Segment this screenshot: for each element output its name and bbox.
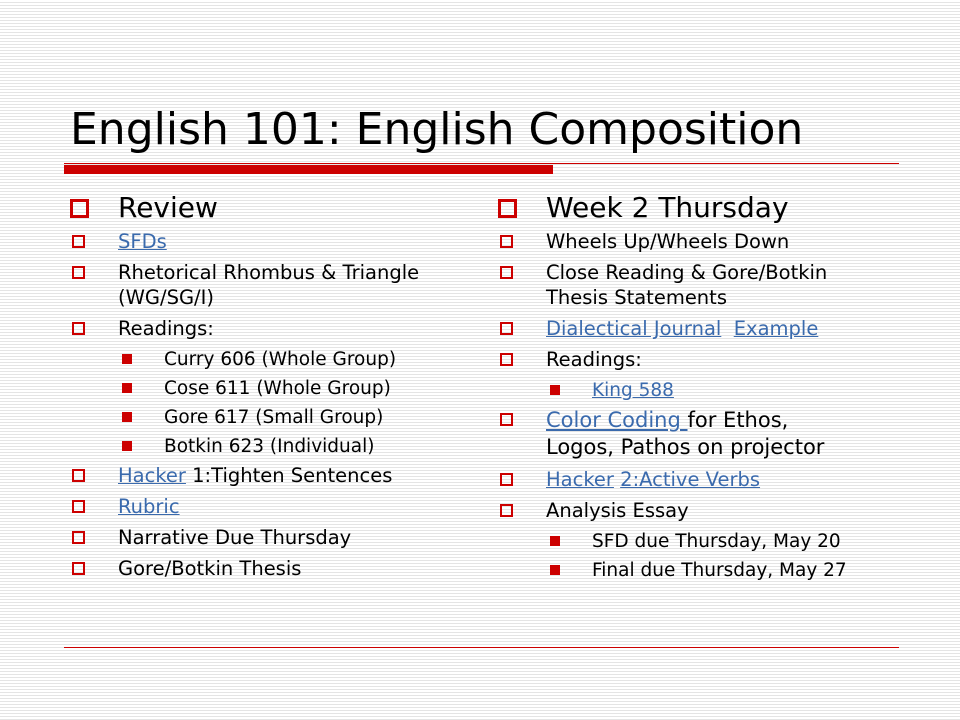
- narrative-item: Narrative Due Thursday: [70, 525, 450, 550]
- filled-square-bullet-icon: [122, 383, 132, 393]
- wheels-text: Wheels Up/Wheels Down: [546, 230, 790, 253]
- title-underline-thick: [64, 165, 553, 174]
- hollow-square-bullet-icon: [72, 322, 85, 335]
- hollow-square-bullet-icon: [500, 473, 513, 486]
- journal-item: Dialectical Journal Example: [498, 316, 878, 341]
- reading-subitem: Gore 617 (Small Group): [70, 405, 450, 430]
- hollow-square-bullet-icon: [500, 266, 513, 279]
- sfds-item: SFDs: [70, 229, 450, 254]
- reading-text: Curry 606 (Whole Group): [164, 349, 397, 370]
- reading-subitem: Curry 606 (Whole Group): [70, 347, 450, 372]
- final-due-subitem: Final due Thursday, May 27: [498, 558, 878, 583]
- reading-subitem: Botkin 623 (Individual): [70, 434, 450, 459]
- right-readings-item: Readings:: [498, 347, 878, 372]
- narrative-text: Narrative Due Thursday: [118, 526, 352, 549]
- close-reading-line-2: Thesis Statements: [546, 286, 727, 309]
- reading-subitem: Cose 611 (Whole Group): [70, 376, 450, 401]
- dialectical-journal-link[interactable]: Dialectical Journal: [546, 317, 721, 340]
- sfd-due-subitem: SFD due Thursday, May 20: [498, 529, 878, 554]
- hacker-text: 1:Tighten Sentences: [185, 464, 393, 487]
- title-underline-thin: [64, 163, 899, 164]
- hollow-square-bullet-icon: [500, 353, 513, 366]
- final-due-text: Final due Thursday, May 27: [592, 560, 847, 581]
- analysis-text: Analysis Essay: [546, 499, 689, 522]
- review-heading-text: Review: [118, 191, 218, 224]
- close-reading-line-1: Close Reading & Gore/Botkin: [546, 261, 828, 284]
- hollow-square-bullet-icon: [72, 531, 85, 544]
- readings-item: Readings:: [70, 316, 450, 341]
- hollow-square-bullet-icon: [72, 235, 85, 248]
- hollow-square-bullet-icon: [72, 500, 85, 513]
- rhombus-item: Rhetorical Rhombus & Triangle (WG/SG/I): [70, 260, 450, 310]
- hollow-square-bullet-icon: [70, 199, 89, 218]
- review-heading: Review: [70, 192, 450, 224]
- color-coding-item: Color Coding for Ethos, Logos, Pathos on…: [498, 407, 878, 461]
- hollow-square-bullet-icon: [72, 562, 85, 575]
- filled-square-bullet-icon: [122, 412, 132, 422]
- hacker-item: Hacker 1:Tighten Sentences: [70, 463, 450, 488]
- king-link[interactable]: King 588: [592, 380, 674, 401]
- rhombus-line-1: Rhetorical Rhombus & Triangle: [118, 261, 420, 284]
- rhombus-line-2: (WG/SG/I): [118, 286, 214, 309]
- king-subitem: King 588: [498, 378, 878, 403]
- reading-text: Gore 617 (Small Group): [164, 407, 384, 428]
- close-reading-item: Close Reading & Gore/Botkin Thesis State…: [498, 260, 878, 310]
- thesis-text: Gore/Botkin Thesis: [118, 557, 302, 580]
- thesis-item: Gore/Botkin Thesis: [70, 556, 450, 581]
- week2-heading: Week 2 Thursday: [498, 192, 878, 224]
- sfds-link[interactable]: SFDs: [118, 230, 167, 253]
- wheels-item: Wheels Up/Wheels Down: [498, 229, 878, 254]
- slide-title: English 101: English Composition: [70, 104, 804, 155]
- sfd-due-text: SFD due Thursday, May 20: [592, 531, 841, 552]
- week2-heading-text: Week 2 Thursday: [546, 191, 789, 224]
- readings-label: Readings:: [118, 317, 214, 340]
- hollow-square-bullet-icon: [72, 266, 85, 279]
- color-coding-line-2: Logos, Pathos on projector: [546, 435, 825, 459]
- filled-square-bullet-icon: [550, 385, 560, 395]
- reading-text: Botkin 623 (Individual): [164, 436, 375, 457]
- hollow-square-bullet-icon: [498, 199, 517, 218]
- right-readings-label: Readings:: [546, 348, 642, 371]
- rubric-link[interactable]: Rubric: [118, 495, 180, 518]
- hollow-square-bullet-icon: [500, 322, 513, 335]
- reading-text: Cose 611 (Whole Group): [164, 378, 391, 399]
- hollow-square-bullet-icon: [72, 469, 85, 482]
- filled-square-bullet-icon: [122, 354, 132, 364]
- example-link[interactable]: Example: [734, 317, 819, 340]
- filled-square-bullet-icon: [550, 536, 560, 546]
- filled-square-bullet-icon: [122, 441, 132, 451]
- filled-square-bullet-icon: [550, 565, 560, 575]
- footer-rule: [64, 647, 899, 648]
- left-column: Review SFDs Rhetorical Rhombus & Triangl…: [70, 192, 450, 587]
- analysis-item: Analysis Essay: [498, 498, 878, 523]
- hollow-square-bullet-icon: [500, 413, 513, 426]
- hollow-square-bullet-icon: [500, 235, 513, 248]
- hacker-link[interactable]: Hacker: [118, 464, 186, 487]
- rubric-item: Rubric: [70, 494, 450, 519]
- color-coding-link[interactable]: Color Coding: [546, 408, 688, 432]
- hollow-square-bullet-icon: [500, 504, 513, 517]
- active-verbs-link[interactable]: 2:Active Verbs: [620, 468, 760, 491]
- color-coding-text: for Ethos,: [687, 408, 789, 432]
- right-column: Week 2 Thursday Wheels Up/Wheels Down Cl…: [498, 192, 878, 587]
- right-hacker-link[interactable]: Hacker: [546, 468, 614, 491]
- right-hacker-item: Hacker 2:Active Verbs: [498, 467, 878, 492]
